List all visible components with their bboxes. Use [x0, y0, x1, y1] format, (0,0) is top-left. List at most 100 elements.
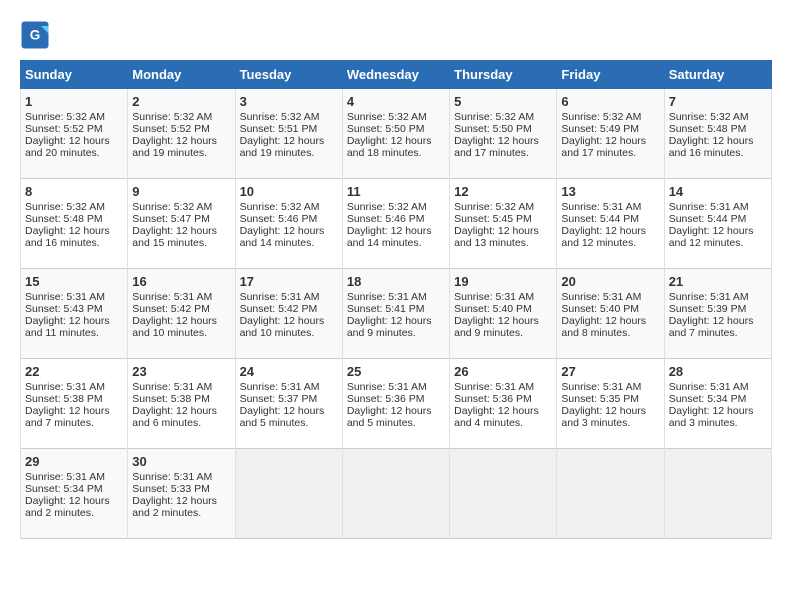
weekday-header: Monday — [128, 61, 235, 89]
day-info: and 6 minutes. — [132, 417, 230, 429]
day-info: Sunrise: 5:31 AM — [454, 291, 552, 303]
weekday-header: Wednesday — [342, 61, 449, 89]
day-info: Sunrise: 5:31 AM — [669, 291, 767, 303]
day-info: Daylight: 12 hours — [561, 135, 659, 147]
day-number: 25 — [347, 364, 445, 379]
calendar-cell: 20Sunrise: 5:31 AMSunset: 5:40 PMDayligh… — [557, 269, 664, 359]
day-info: Sunrise: 5:31 AM — [454, 381, 552, 393]
calendar-cell: 25Sunrise: 5:31 AMSunset: 5:36 PMDayligh… — [342, 359, 449, 449]
day-info: Sunset: 5:48 PM — [669, 123, 767, 135]
calendar-cell — [342, 449, 449, 539]
day-number: 15 — [25, 274, 123, 289]
day-info: Daylight: 12 hours — [132, 495, 230, 507]
day-number: 23 — [132, 364, 230, 379]
day-info: Sunrise: 5:31 AM — [132, 381, 230, 393]
day-info: Sunset: 5:36 PM — [347, 393, 445, 405]
day-info: and 7 minutes. — [25, 417, 123, 429]
day-info: and 2 minutes. — [25, 507, 123, 519]
day-info: and 10 minutes. — [132, 327, 230, 339]
day-info: Daylight: 12 hours — [561, 405, 659, 417]
day-info: Sunset: 5:43 PM — [25, 303, 123, 315]
calendar-table: SundayMondayTuesdayWednesdayThursdayFrid… — [20, 60, 772, 539]
day-number: 3 — [240, 94, 338, 109]
day-info: Sunset: 5:50 PM — [454, 123, 552, 135]
day-info: Sunset: 5:48 PM — [25, 213, 123, 225]
day-info: Sunset: 5:34 PM — [669, 393, 767, 405]
day-info: Sunset: 5:46 PM — [240, 213, 338, 225]
day-info: Sunrise: 5:31 AM — [669, 381, 767, 393]
day-info: Daylight: 12 hours — [454, 135, 552, 147]
day-info: Daylight: 12 hours — [25, 495, 123, 507]
svg-text:G: G — [30, 28, 41, 43]
day-number: 11 — [347, 184, 445, 199]
calendar-cell: 19Sunrise: 5:31 AMSunset: 5:40 PMDayligh… — [450, 269, 557, 359]
logo-icon: G — [20, 20, 50, 50]
day-info: Daylight: 12 hours — [132, 135, 230, 147]
day-info: Daylight: 12 hours — [25, 315, 123, 327]
day-info: Sunrise: 5:31 AM — [25, 471, 123, 483]
calendar-week-row: 29Sunrise: 5:31 AMSunset: 5:34 PMDayligh… — [21, 449, 772, 539]
day-info: Daylight: 12 hours — [132, 225, 230, 237]
day-info: Sunset: 5:52 PM — [132, 123, 230, 135]
day-number: 9 — [132, 184, 230, 199]
calendar-cell: 23Sunrise: 5:31 AMSunset: 5:38 PMDayligh… — [128, 359, 235, 449]
day-info: Daylight: 12 hours — [669, 315, 767, 327]
day-info: and 11 minutes. — [25, 327, 123, 339]
day-number: 21 — [669, 274, 767, 289]
calendar-cell: 2Sunrise: 5:32 AMSunset: 5:52 PMDaylight… — [128, 89, 235, 179]
calendar-cell: 13Sunrise: 5:31 AMSunset: 5:44 PMDayligh… — [557, 179, 664, 269]
calendar-cell — [235, 449, 342, 539]
day-info: Daylight: 12 hours — [561, 225, 659, 237]
calendar-cell: 24Sunrise: 5:31 AMSunset: 5:37 PMDayligh… — [235, 359, 342, 449]
calendar-cell — [664, 449, 771, 539]
day-info: Daylight: 12 hours — [347, 225, 445, 237]
day-info: Sunset: 5:47 PM — [132, 213, 230, 225]
calendar-cell — [557, 449, 664, 539]
day-info: Daylight: 12 hours — [454, 405, 552, 417]
calendar-cell: 3Sunrise: 5:32 AMSunset: 5:51 PMDaylight… — [235, 89, 342, 179]
day-info: Sunset: 5:38 PM — [25, 393, 123, 405]
day-info: Daylight: 12 hours — [669, 225, 767, 237]
day-info: Sunset: 5:46 PM — [347, 213, 445, 225]
day-number: 27 — [561, 364, 659, 379]
day-info: and 2 minutes. — [132, 507, 230, 519]
day-info: Daylight: 12 hours — [347, 315, 445, 327]
day-info: Sunrise: 5:31 AM — [240, 291, 338, 303]
day-number: 16 — [132, 274, 230, 289]
day-info: and 13 minutes. — [454, 237, 552, 249]
day-info: Sunset: 5:51 PM — [240, 123, 338, 135]
day-info: and 7 minutes. — [669, 327, 767, 339]
day-number: 6 — [561, 94, 659, 109]
day-info: and 16 minutes. — [25, 237, 123, 249]
day-info: Sunset: 5:36 PM — [454, 393, 552, 405]
calendar-header: SundayMondayTuesdayWednesdayThursdayFrid… — [21, 61, 772, 89]
day-info: Daylight: 12 hours — [454, 315, 552, 327]
day-number: 1 — [25, 94, 123, 109]
day-number: 29 — [25, 454, 123, 469]
day-info: Sunset: 5:34 PM — [25, 483, 123, 495]
day-number: 18 — [347, 274, 445, 289]
day-info: Sunset: 5:37 PM — [240, 393, 338, 405]
day-info: and 10 minutes. — [240, 327, 338, 339]
day-number: 8 — [25, 184, 123, 199]
day-info: Sunset: 5:40 PM — [561, 303, 659, 315]
day-info: Daylight: 12 hours — [669, 135, 767, 147]
calendar-week-row: 22Sunrise: 5:31 AMSunset: 5:38 PMDayligh… — [21, 359, 772, 449]
day-number: 10 — [240, 184, 338, 199]
day-info: Daylight: 12 hours — [240, 315, 338, 327]
day-info: and 8 minutes. — [561, 327, 659, 339]
day-number: 22 — [25, 364, 123, 379]
day-number: 28 — [669, 364, 767, 379]
calendar-cell: 4Sunrise: 5:32 AMSunset: 5:50 PMDaylight… — [342, 89, 449, 179]
day-info: and 17 minutes. — [454, 147, 552, 159]
day-info: and 12 minutes. — [669, 237, 767, 249]
day-info: Sunrise: 5:32 AM — [454, 111, 552, 123]
day-number: 24 — [240, 364, 338, 379]
calendar-body: 1Sunrise: 5:32 AMSunset: 5:52 PMDaylight… — [21, 89, 772, 539]
day-info: and 15 minutes. — [132, 237, 230, 249]
day-info: and 14 minutes. — [240, 237, 338, 249]
calendar-cell: 6Sunrise: 5:32 AMSunset: 5:49 PMDaylight… — [557, 89, 664, 179]
day-info: Daylight: 12 hours — [25, 405, 123, 417]
day-info: Sunset: 5:45 PM — [454, 213, 552, 225]
day-info: and 5 minutes. — [240, 417, 338, 429]
